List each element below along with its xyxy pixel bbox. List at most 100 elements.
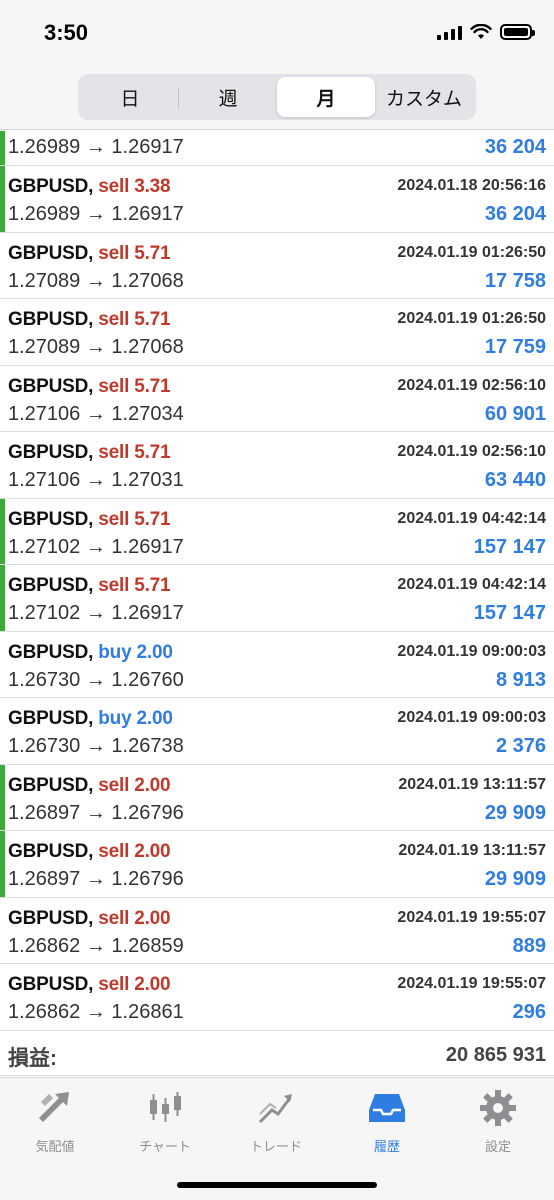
row-marker [0, 131, 5, 165]
deal-time: 2024.01.19 09:00:03 [397, 709, 546, 726]
deal-time: 2024.01.19 04:42:14 [397, 576, 546, 593]
deal-prices: 1.27106 → 1.27031 [8, 469, 184, 491]
segment-day[interactable]: 日 [81, 77, 179, 117]
deal-time: 2024.01.19 19:55:07 [397, 908, 546, 926]
list-item[interactable]: GBPUSD, sell 2.00 2024.01.19 19:55:07 1.26… [0, 964, 554, 1031]
list-item[interactable]: GBPUSD, sell 2.00 2024.01.19 19:55:07 1.26… [0, 898, 554, 964]
deal-direction: sell 5.71 [98, 575, 171, 596]
segment-month[interactable]: 月 [277, 77, 375, 117]
tab-quotes[interactable]: 気配値 [0, 1086, 110, 1155]
deal-symbol: GBPUSD, [8, 309, 94, 330]
segment-week-label: 週 [218, 88, 238, 110]
deal-prices: 1.27102 → 1.26917 [8, 602, 184, 624]
row-marker [0, 565, 5, 631]
deal-symbol: GBPUSD, [8, 708, 94, 729]
total-value: 20 865 931 [445, 1044, 546, 1066]
deal-profit: 157 147 [473, 602, 546, 624]
deal-direction: sell 2.00 [98, 974, 171, 995]
deal-symbol: GBPUSD, [8, 974, 94, 995]
deal-time: 2024.01.18 20:56:16 [397, 177, 546, 194]
list-item[interactable]: GBPUSD, buy 2.00 2024.01.19 09:00:03 1.267… [0, 698, 554, 765]
total-summary: 損益: 20 865 931 [0, 1034, 554, 1076]
deal-profit: 63 440 [484, 469, 546, 491]
status-icons [437, 24, 535, 40]
tab-label: 設定 [484, 1139, 511, 1154]
deal-direction: sell 3.38 [98, 176, 171, 197]
list-item[interactable]: GBPUSD, sell 3.38 2024.01.18 20:56:16 1.26… [0, 166, 554, 233]
deal-time: 2024.01.19 04:42:14 [397, 509, 546, 527]
list-item[interactable]: GBPUSD, sell 5.71 2024.01.19 04:42:14 1.27… [0, 498, 554, 565]
deal-symbol: GBPUSD, [8, 774, 94, 796]
list-item[interactable]: GBPUSD, sell 5.71 2024.01.19 04:42:14 1.27… [0, 565, 554, 632]
row-marker [0, 498, 5, 564]
deal-header: GBPUSD, sell 5.71 [8, 508, 171, 531]
deal-prices: 1.27089 → 1.27068 [8, 336, 184, 358]
deal-time: 2024.01.19 01:26:50 [397, 243, 546, 261]
history-icon [365, 1086, 409, 1130]
deal-time: 2024.01.19 13:11:57 [398, 842, 546, 859]
deal-header: GBPUSD, sell 5.71 [8, 442, 171, 464]
tab-history[interactable]: 履歴 [332, 1086, 442, 1155]
deal-header: GBPUSD, sell 5.71 [8, 243, 171, 265]
deal-prices: 1.26897 → 1.26796 [8, 868, 184, 890]
deal-time: 2024.01.19 13:11:57 [398, 775, 546, 793]
deal-time: 2024.01.19 02:56:10 [397, 376, 546, 394]
deal-profit: 296 [512, 1001, 546, 1023]
segment-custom-label: カスタム [385, 88, 462, 110]
row-marker [0, 764, 5, 830]
tab-chart[interactable]: チャート [110, 1086, 220, 1155]
deal-symbol: GBPUSD, [8, 641, 94, 663]
deal-direction: sell 5.71 [98, 508, 171, 530]
deal-direction: sell 2.00 [98, 907, 171, 929]
list-item[interactable]: GBPUSD, sell 2.00 2024.01.19 13:11:57 1.26… [0, 831, 554, 898]
status-bar: 3:50 [0, 0, 554, 66]
deal-profit: 17 759 [484, 336, 546, 358]
deal-direction: sell 5.71 [98, 442, 171, 463]
deal-profit: 60 901 [484, 402, 546, 425]
deal-time: 2024.01.19 01:26:50 [397, 310, 546, 327]
total-label: 損益: [8, 1047, 57, 1070]
deal-symbol: GBPUSD, [8, 508, 94, 530]
deal-prices: 1.26989 → 1.26917 [8, 136, 184, 158]
tab-trade[interactable]: トレード [221, 1086, 331, 1155]
deal-direction: sell 5.71 [98, 375, 171, 397]
segment-day-label: 日 [120, 88, 140, 110]
tab-settings[interactable]: 設定 [443, 1086, 553, 1155]
deal-symbol: GBPUSD, [8, 375, 94, 397]
segment-month-label: 月 [316, 88, 336, 110]
list-item[interactable]: 1.26989 → 1.26917 36 204 [0, 131, 554, 166]
segment-custom[interactable]: カスタム [375, 77, 473, 117]
list-item[interactable]: GBPUSD, buy 2.00 2024.01.19 09:00:03 1.267… [0, 632, 554, 698]
deal-header: GBPUSD, sell 5.71 [8, 309, 171, 331]
deal-direction: sell 5.71 [98, 309, 171, 330]
segment-week[interactable]: 週 [179, 77, 277, 117]
cellular-signal-icon [437, 24, 462, 40]
list-item[interactable]: GBPUSD, sell 5.71 2024.01.19 01:26:50 1.27… [0, 233, 554, 299]
deal-profit: 36 204 [484, 203, 546, 225]
tab-bar: 気配値 チャート トレード 履歴 設定 [0, 1077, 554, 1200]
battery-icon [500, 24, 535, 40]
deal-header: GBPUSD, sell 5.71 [8, 375, 171, 398]
list-item[interactable]: GBPUSD, sell 5.71 2024.01.19 02:56:10 1.27… [0, 366, 554, 432]
deal-time: 2024.01.19 19:55:07 [397, 975, 546, 992]
deal-header: GBPUSD, sell 2.00 [8, 774, 171, 797]
wifi-icon [470, 24, 492, 39]
status-time: 3:50 [44, 20, 89, 45]
settings-icon [476, 1086, 520, 1130]
list-item[interactable]: GBPUSD, sell 5.71 2024.01.19 02:56:10 1.27… [0, 432, 554, 499]
deal-header: GBPUSD, buy 2.00 [8, 642, 173, 664]
list-item[interactable]: GBPUSD, sell 2.00 2024.01.19 13:11:57 1.26… [0, 764, 554, 831]
deal-time: 2024.01.19 09:00:03 [397, 642, 546, 660]
list-item[interactable]: GBPUSD, sell 5.71 2024.01.19 01:26:50 1.27… [0, 299, 554, 366]
period-segmented-control: 日 週 月 カスタム [78, 74, 476, 120]
deal-profit: 8 913 [495, 668, 546, 691]
deal-symbol: GBPUSD, [8, 176, 94, 197]
deal-profit: 157 147 [473, 535, 546, 558]
deal-prices: 1.26862 → 1.26859 [8, 934, 184, 957]
deal-header: GBPUSD, buy 2.00 [8, 708, 173, 730]
deal-prices: 1.26989 → 1.26917 [8, 203, 184, 225]
deal-symbol: GBPUSD, [8, 442, 94, 463]
row-marker [0, 166, 5, 232]
history-list[interactable]: 1.26989 → 1.26917 36 204 GBPUSD, sell 3.… [0, 131, 554, 1031]
deal-direction: buy 2.00 [98, 641, 173, 663]
